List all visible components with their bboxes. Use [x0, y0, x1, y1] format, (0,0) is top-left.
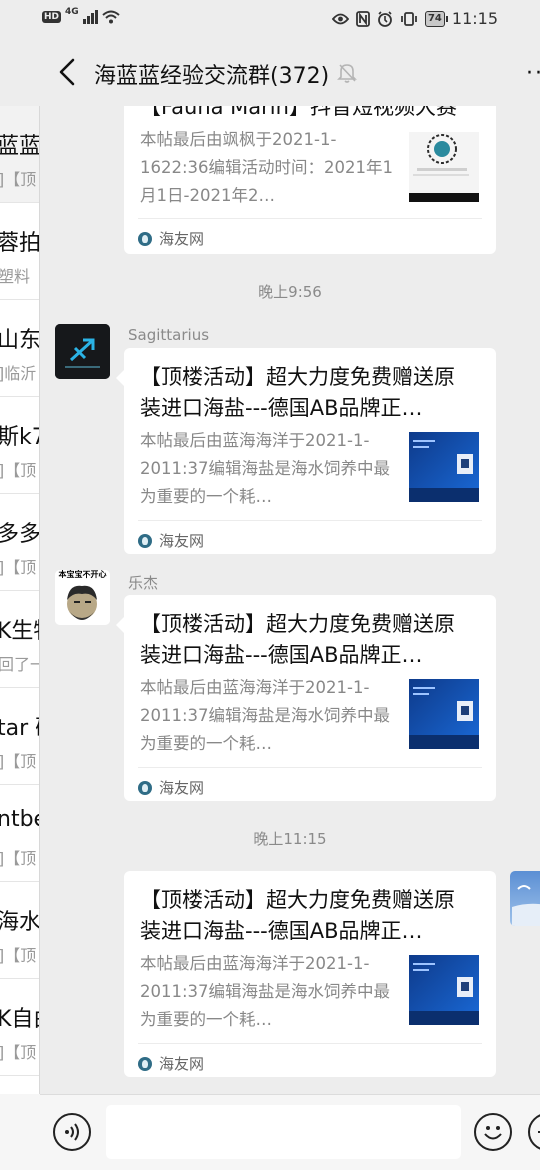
network-type: 4G [65, 7, 79, 17]
card-source: 海友网 [138, 228, 204, 249]
list-item-title: 蓉拍卖 [0, 231, 40, 256]
card-title: 【顶楼活动】超大力度免费赠送原装进口海盐---德国AB品牌正… [140, 612, 455, 667]
link-card[interactable]: 【Fauna Marin】抖音短视频大赛 本帖最后由飒枫于2021-1-1622… [124, 106, 496, 254]
list-item-title: 海水族 [0, 910, 40, 935]
source-logo-icon [138, 780, 152, 795]
card-thumbnail [409, 432, 479, 502]
back-arrow-icon[interactable] [54, 57, 80, 87]
card-source-label: 海友网 [159, 1055, 205, 1073]
list-item[interactable]: 海水族 ]【顶 [0, 882, 40, 979]
timestamp: 晚上9:56 [258, 283, 322, 301]
list-item[interactable]: K自由 ]【顶 [0, 979, 39, 1076]
list-item-title: tar 硝 [0, 716, 39, 741]
list-item-preview: ]【顶 [0, 170, 37, 189]
card-description: 本帖最后由蓝海海洋于2021-1-2011:37编辑海盐是海水饲养中最为重要的一… [140, 678, 391, 753]
list-item-title: 多多1 [0, 522, 40, 547]
avatar-caption: 本宝宝不开心 [58, 570, 107, 579]
mute-bell-icon [337, 64, 357, 83]
input-bar [40, 1094, 540, 1170]
card-thumbnail [409, 955, 479, 1025]
list-item[interactable]: tar 硝 ]【顶 [0, 688, 39, 785]
clock: 11:15 [451, 9, 498, 28]
link-card[interactable]: 【顶楼活动】超大力度免费赠送原装进口海盐---德国AB品牌正… 本帖最后由蓝海海… [116, 595, 496, 801]
message-list[interactable]: 【Fauna Marin】抖音短视频大赛 本帖最后由飒枫于2021-1-1622… [40, 106, 540, 1110]
card-description: 本帖最后由蓝海海洋于2021-1-2011:37编辑海盐是海水饲养中最为重要的一… [140, 954, 391, 1029]
list-item-preview: ]【顶 [0, 849, 37, 868]
avatar[interactable] [55, 324, 110, 379]
alarm-icon [378, 10, 392, 27]
wifi-icon [102, 10, 120, 24]
card-source: 海友网 [138, 777, 204, 798]
list-item-preview: ]【顶 [0, 1043, 37, 1062]
sender-name: Sagittarius [128, 326, 210, 344]
hd-badge: HD [42, 11, 62, 23]
list-item-preview: 回了一 [0, 655, 39, 674]
list-item-title: 斯k7 [0, 425, 39, 450]
list-item-preview: ]【顶 [0, 946, 37, 965]
chat-header: 海蓝蓝经验交流群(372) ·· [40, 40, 540, 106]
card-title: 【顶楼活动】超大力度免费赠送原装进口海盐---德国AB品牌正… [140, 365, 455, 420]
source-logo-icon [138, 533, 152, 548]
source-logo-icon [138, 1056, 152, 1071]
list-item-title: K自由 [0, 1007, 39, 1032]
source-logo-icon [138, 231, 152, 246]
signal-icon [82, 10, 98, 24]
card-title: 【Fauna Marin】抖音短视频大赛 [140, 106, 457, 119]
status-bar: HD 4G 74 11:15 [0, 0, 540, 40]
list-item[interactable]: K生物 回了一 [0, 591, 39, 688]
list-item[interactable]: 多多1 ]【顶 [0, 494, 40, 591]
more-options-icon[interactable]: ·· [526, 63, 540, 85]
list-item[interactable]: 蓝蓝纟 ]【顶 [0, 106, 40, 203]
voice-input-icon[interactable] [53, 1113, 91, 1151]
list-item-preview: ]临沂 [0, 364, 37, 383]
list-item-title: 蓝蓝纟 [0, 134, 40, 159]
list-item-preview: ]【顶 [0, 558, 37, 577]
avatar[interactable] [510, 871, 540, 926]
timestamp: 晚上11:15 [253, 830, 327, 848]
avatar[interactable]: 本宝宝不开心 [55, 570, 110, 625]
list-item-preview: ]【顶 [0, 752, 37, 771]
link-card[interactable]: 【顶楼活动】超大力度免费赠送原装进口海盐---德国AB品牌正… 本帖最后由蓝海海… [116, 348, 496, 554]
list-item-preview: ]【顶 [0, 461, 37, 480]
nfc-icon [356, 10, 370, 27]
message-input[interactable] [106, 1105, 461, 1159]
list-item[interactable]: 斯k7 ]【顶 [0, 397, 39, 494]
card-thumbnail [409, 679, 479, 749]
list-item[interactable]: ntbe ]【顶 [0, 785, 39, 882]
emoji-icon[interactable] [474, 1113, 512, 1151]
list-item[interactable]: 山东 ]临沂 [0, 300, 40, 397]
card-source: 海友网 [138, 1053, 204, 1074]
card-source-label: 海友网 [159, 532, 205, 550]
sender-name: 乐杰 [128, 574, 159, 592]
list-item-title: K生物 [0, 619, 39, 644]
card-title: 【顶楼活动】超大力度免费赠送原装进口海盐---德国AB品牌正… [140, 888, 455, 943]
card-source-label: 海友网 [159, 779, 205, 797]
list-item-title: ntbe [0, 807, 39, 832]
background-chat-list: 蓝蓝纟 ]【顶 蓉拍卖 塑料 山东 ]临沂 斯k7 ]【顶 多多1 ]【顶 K生… [0, 106, 40, 1110]
eye-icon [331, 13, 349, 24]
vibrate-icon [401, 11, 417, 26]
card-thumbnail [409, 132, 479, 202]
list-item-title: 山东 [0, 328, 40, 353]
link-card[interactable]: 【顶楼活动】超大力度免费赠送原装进口海盐---德国AB品牌正… 本帖最后由蓝海海… [124, 871, 496, 1077]
plus-icon[interactable] [528, 1113, 540, 1151]
list-item[interactable]: 蓉拍卖 塑料 [0, 203, 40, 300]
card-source-label: 海友网 [159, 230, 205, 248]
card-source: 海友网 [138, 530, 204, 551]
card-description: 本帖最后由飒枫于2021-1-1622:36编辑活动时间：2021年1月1日-2… [140, 130, 394, 205]
battery-icon: 74 [424, 10, 448, 27]
card-description: 本帖最后由蓝海海洋于2021-1-2011:37编辑海盐是海水饲养中最为重要的一… [140, 431, 391, 506]
chat-title: 海蓝蓝经验交流群(372) [94, 64, 330, 89]
list-item-preview: 塑料 [0, 267, 31, 286]
